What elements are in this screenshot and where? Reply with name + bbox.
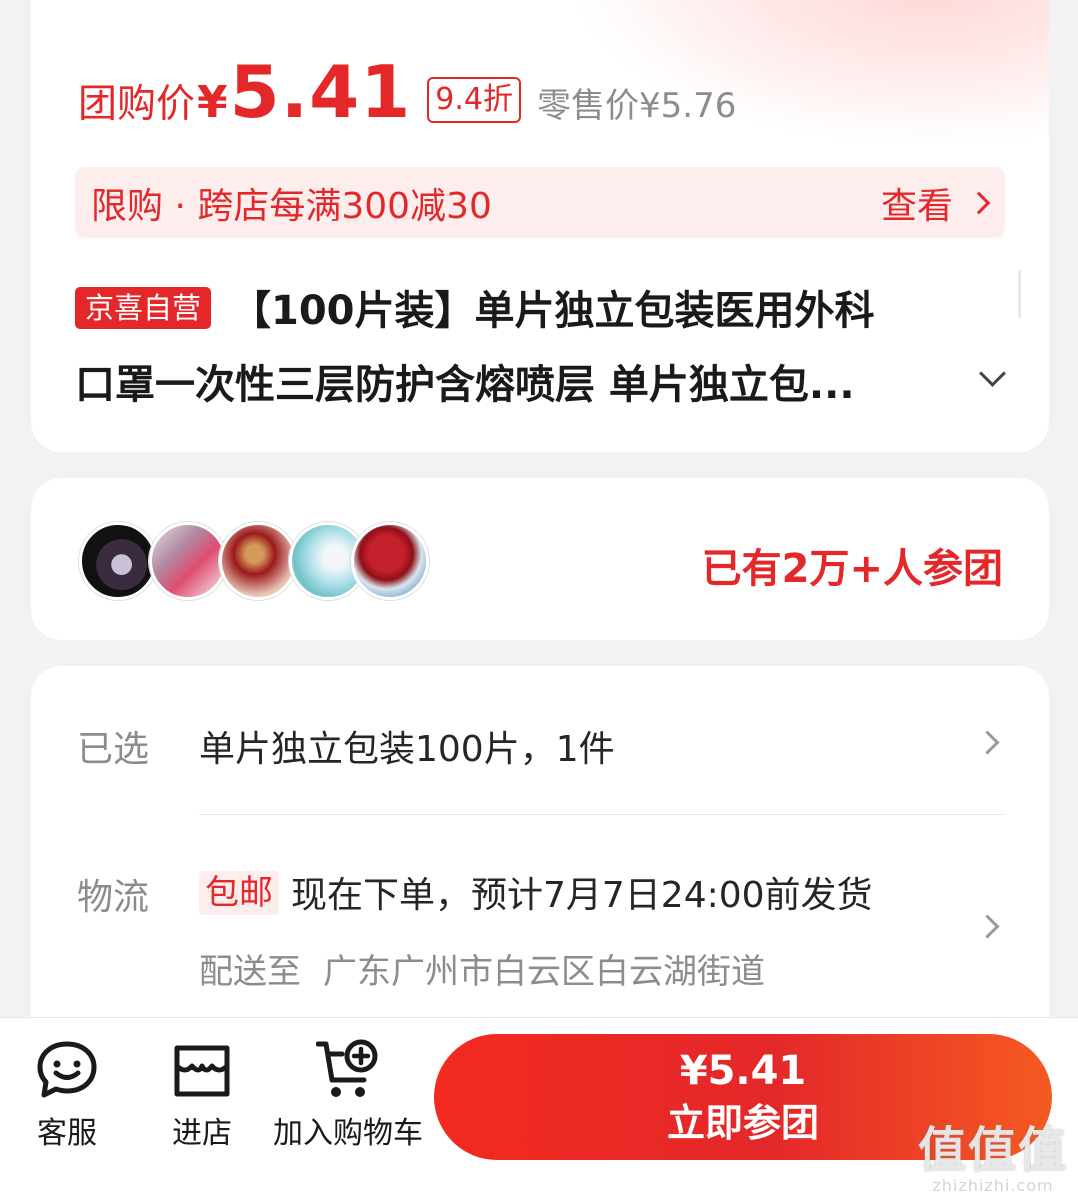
promo-view-label: 查看: [880, 185, 953, 227]
shipping-text: 现在下单，预计7月7日24:00前发货: [291, 875, 873, 916]
product-title-text-1: 【100片装】单片独立包装医用外科: [231, 288, 875, 334]
group-buy-card[interactable]: 已有2万+人参团: [31, 478, 1049, 640]
deliver-to-label: 配送至: [199, 952, 301, 992]
store-button[interactable]: 进店: [170, 1040, 234, 1152]
product-title-line-2: 口罩一次性三层防护含熔喷层 单片独立包...: [75, 362, 855, 408]
shipping-info: 包邮 现在下单，预计7月7日24:00前发货: [199, 866, 873, 918]
product-title: 京喜自营 【100片装】单片独立包装医用外科 口罩一次性三层防护含熔喷层 单片独立…: [75, 274, 955, 422]
divider: [199, 814, 1005, 815]
currency-symbol: ¥: [197, 77, 228, 128]
price-card: 团购价 ¥ 5.41 9.4折 零售价¥5.76 限购 · 跨店每满300减30…: [31, 0, 1049, 452]
promo-view-link[interactable]: 查看: [880, 177, 991, 229]
free-shipping-badge: 包邮: [199, 871, 279, 915]
add-to-cart-button[interactable]: 加入购物车: [272, 1038, 424, 1152]
participant-avatars: [79, 522, 439, 600]
avatar: [219, 522, 297, 600]
expand-title-chevron-down-icon[interactable]: [979, 360, 1006, 387]
join-label: 立即参团: [666, 1101, 819, 1145]
customer-service-button[interactable]: 客服: [34, 1040, 100, 1152]
chevron-right-icon: [975, 914, 1000, 939]
group-price-label: 团购价: [78, 82, 196, 127]
join-price: ¥5.41: [679, 1048, 807, 1094]
divider: [1018, 270, 1021, 318]
logistics-label: 物流: [77, 877, 150, 918]
retail-price: 零售价¥5.76: [537, 86, 737, 126]
chevron-right-icon: [967, 191, 991, 214]
self-operated-badge: 京喜自营: [75, 287, 212, 329]
selected-value: 单片独立包装100片，1件: [199, 729, 615, 770]
cart-label: 加入购物车: [273, 1116, 423, 1151]
store-icon: [174, 1045, 230, 1097]
watermark-logo: 值值值: [917, 1122, 1068, 1178]
bottom-action-bar: 客服 进店 加入购物车 ¥5.41 立即参团: [0, 1017, 1078, 1199]
price-row: 团购价 ¥ 5.41 9.4折 零售价¥5.76: [78, 50, 736, 160]
delivery-address: 配送至 广东广州市白云区白云湖街道: [199, 944, 787, 993]
product-title-line-1: 京喜自营 【100片装】单片独立包装医用外科: [75, 274, 955, 348]
watermark-url: zhizhizhi.com: [932, 1176, 1054, 1195]
watermark: 值值值 zhizhizhi.com: [918, 1110, 1068, 1195]
discount-badge: 9.4折: [427, 77, 522, 123]
promo-text: 限购 · 跨店每满300减30: [91, 185, 492, 227]
group-price: 5.41: [229, 50, 412, 134]
service-label: 客服: [37, 1116, 97, 1151]
deliver-to-address: 广东广州市白云区白云湖街道: [323, 952, 765, 992]
chevron-right-icon: [975, 730, 1000, 755]
chat-face-icon: [37, 1041, 97, 1098]
cart-add-icon: [316, 1039, 378, 1097]
selected-label: 已选: [77, 729, 150, 770]
store-label: 进店: [172, 1116, 232, 1151]
promo-bar[interactable]: 限购 · 跨店每满300减30 查看: [75, 167, 1005, 238]
avatar: [79, 522, 157, 600]
avatar: [149, 522, 227, 600]
join-count-text: 已有2万+人参团: [701, 546, 1003, 592]
avatar: [351, 522, 429, 600]
